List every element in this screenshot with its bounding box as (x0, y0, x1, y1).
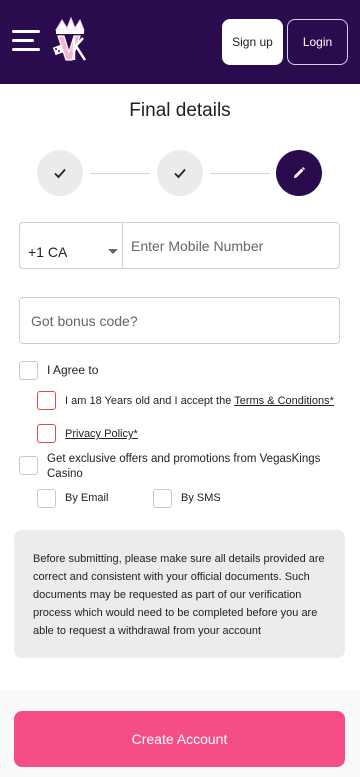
check-icon (54, 168, 66, 179)
chevron-down-icon (108, 249, 118, 254)
terms-link[interactable]: Terms & Conditions* (234, 395, 334, 407)
privacy-checkbox[interactable] (37, 424, 56, 443)
age-terms-label: I am 18 Years old and I accept the Terms… (65, 394, 334, 409)
page-title: Final details (129, 100, 231, 121)
by-email-label: By Email (65, 492, 109, 504)
verification-notice: Before submitting, please make sure all … (14, 530, 345, 658)
step-1-completed (37, 150, 83, 196)
agree-label: I Agree to (47, 363, 99, 377)
pencil-icon (294, 167, 305, 178)
create-account-button[interactable]: Create Account (14, 711, 345, 767)
login-button[interactable]: Login (287, 19, 348, 65)
step-connector (210, 173, 270, 174)
check-icon (174, 168, 186, 179)
step-connector (90, 173, 150, 174)
by-email-checkbox[interactable] (37, 489, 56, 508)
hamburger-icon[interactable] (12, 28, 40, 54)
signup-button[interactable]: Sign up (222, 19, 283, 65)
notice-text: Before submitting, please make sure all … (33, 553, 325, 637)
offers-label: Get exclusive offers and promotions from… (47, 453, 321, 480)
vegaskings-logo[interactable] (50, 16, 90, 64)
age-terms-checkbox[interactable] (37, 391, 56, 410)
progress-stepper (0, 150, 360, 196)
top-bar: Sign up Login (0, 0, 360, 84)
age-terms-text: I am 18 Years old and I accept the (65, 395, 235, 407)
step-2-completed (157, 150, 203, 196)
by-sms-checkbox[interactable] (153, 489, 172, 508)
privacy-label: Privacy Policy* (65, 427, 138, 442)
agree-checkbox[interactable] (19, 361, 38, 380)
country-code-select[interactable]: +1 CA (19, 222, 122, 269)
offers-checkbox[interactable] (19, 456, 38, 475)
by-sms-label: By SMS (181, 492, 221, 504)
phone-row: +1 CA (19, 222, 340, 269)
step-3-current (276, 150, 322, 196)
privacy-link[interactable]: Privacy Policy* (65, 428, 138, 440)
mobile-number-input[interactable] (122, 222, 340, 269)
country-code-value: +1 CA (28, 244, 68, 260)
bonus-code-input[interactable] (19, 297, 340, 344)
